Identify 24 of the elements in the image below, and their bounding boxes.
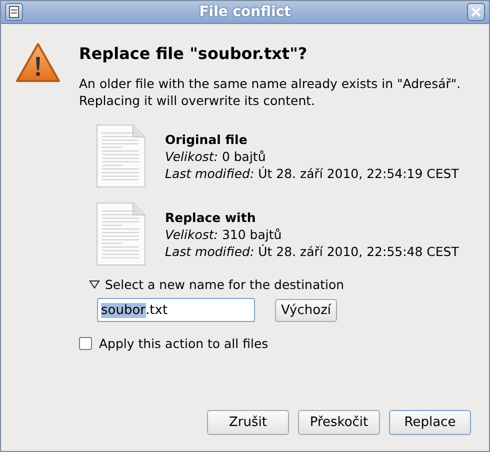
file-modified: Last modified: Út 28. září 2010, 22:54:19 CEST	[165, 164, 459, 182]
default-name-button[interactable]: Výchozí	[275, 298, 338, 322]
file-modified: Last modified: Út 28. září 2010, 22:55:48 CEST	[165, 242, 459, 260]
file-title: Original file	[165, 130, 248, 148]
expanded-triangle-icon[interactable]	[89, 280, 100, 289]
checkbox-label[interactable]: Apply this action to all files	[99, 336, 268, 351]
close-button[interactable]	[467, 3, 485, 21]
window-menu-icon[interactable]	[5, 3, 23, 21]
file-size: Velikost: 310 bajtů	[165, 226, 283, 242]
dialog-heading: Replace file "soubor.txt"?	[79, 44, 308, 63]
close-icon	[471, 7, 481, 17]
warning-icon	[15, 42, 61, 84]
dialog-message: Replacing it will overwrite its content.	[79, 92, 316, 109]
dialog-button[interactable]: Zrušit	[207, 410, 289, 435]
filename-input-field[interactable]: soubor.txt	[97, 298, 255, 322]
dialog-button[interactable]: Replace	[389, 410, 471, 435]
file-title: Replace with	[165, 208, 257, 226]
window-title: File conflict	[198, 4, 292, 20]
dialog-button[interactable]: Přeskočit	[298, 410, 380, 435]
expander-label[interactable]: Select a new name for the destination	[105, 277, 344, 292]
checkbox[interactable]	[79, 337, 92, 350]
dialog-message: An older file with the same name already exists in "Adresář".	[79, 75, 461, 92]
file-size: Velikost: 0 bajtů	[165, 148, 267, 164]
menu-icon	[9, 6, 19, 18]
